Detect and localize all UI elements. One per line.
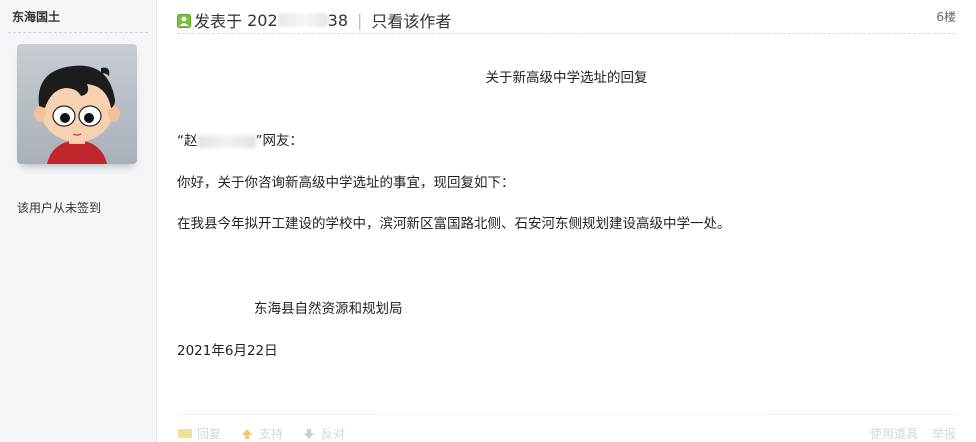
- reply-icon: [177, 428, 193, 440]
- sidebar-divider: [8, 32, 148, 33]
- post-footer: 回复 支持 反对 使用道具 举报: [177, 414, 956, 442]
- avatar-illustration: [34, 65, 120, 164]
- salutation-open: “赵: [177, 133, 198, 149]
- online-status-icon: [177, 13, 191, 28]
- posted-date-end: 38: [327, 10, 349, 30]
- use-tools-link[interactable]: 使用道具: [870, 425, 918, 442]
- greeting-line: 你好，关于你咨询新高级中学选址的事宜，现回复如下：: [177, 175, 515, 191]
- forum-post: 东海国土 该用户从未签到 发表于 202 38 | 只看该作者 6楼 关于新高级…: [0, 0, 976, 442]
- thumbs-up-icon: [239, 428, 255, 440]
- reply-label: 回复: [197, 427, 222, 441]
- sign-status: 该用户从未签到: [17, 201, 102, 215]
- only-author-link[interactable]: 只看该作者: [371, 8, 451, 32]
- meta-separator: |: [357, 10, 363, 30]
- avatar[interactable]: [17, 44, 137, 164]
- redacted-name: [197, 134, 256, 148]
- author-sidebar: 东海国土 该用户从未签到: [0, 0, 157, 442]
- author-name[interactable]: 东海国土: [12, 8, 60, 25]
- salutation: “赵 ”网友：: [177, 129, 303, 149]
- answer-line: 在我县今年拟开工建设的学校中，滨河新区富国路北侧、石安河东侧规划建设高级中学一处…: [177, 216, 731, 232]
- post-content-area: 发表于 202 38 | 只看该作者 6楼 关于新高级中学选址的回复 “赵 ”网友…: [157, 0, 976, 442]
- reply-button[interactable]: 回复: [177, 425, 221, 442]
- posted-date-start: 202: [247, 10, 278, 30]
- footer-tools: 使用道具 举报: [870, 425, 956, 442]
- thumbs-down-icon: [301, 428, 317, 440]
- salutation-close: ”网友：: [255, 133, 304, 149]
- date-line: 2021年6月22日: [177, 343, 278, 359]
- post-title: 关于新高级中学选址的回复: [485, 70, 648, 86]
- redacted-date: [277, 13, 328, 27]
- post-meta: 发表于 202 38 | 只看该作者: [177, 8, 451, 32]
- support-label: 支持: [259, 427, 284, 441]
- signature-line: 东海县自然资源和规划局: [254, 301, 403, 317]
- floor-number[interactable]: 6楼: [936, 8, 956, 25]
- header-divider: [177, 33, 956, 34]
- posted-label: 发表于: [194, 12, 243, 31]
- support-button[interactable]: 支持: [239, 425, 283, 442]
- report-link[interactable]: 举报: [932, 425, 956, 442]
- footer-actions: 回复 支持 反对: [177, 425, 345, 442]
- oppose-button[interactable]: 反对: [301, 425, 345, 442]
- oppose-label: 反对: [321, 427, 346, 441]
